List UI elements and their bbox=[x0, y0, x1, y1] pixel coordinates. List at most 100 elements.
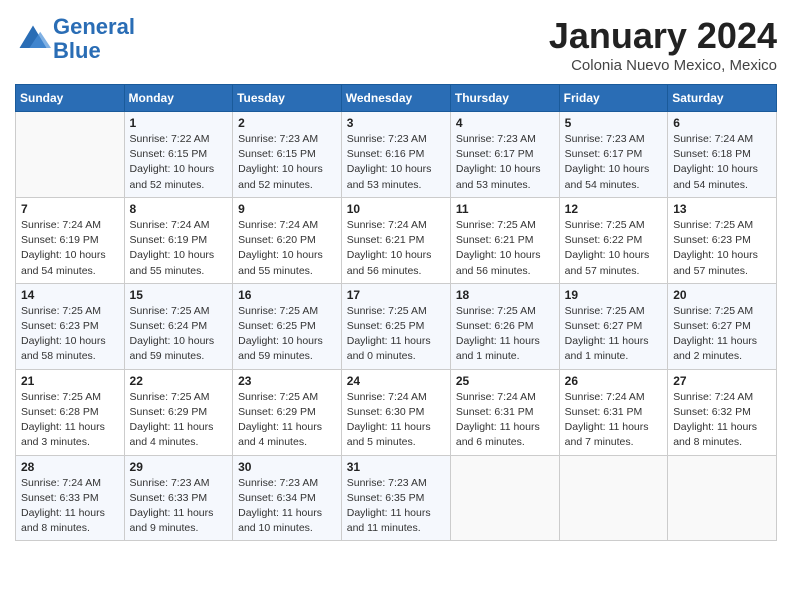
calendar-cell: 7 Sunrise: 7:24 AMSunset: 6:19 PMDayligh… bbox=[16, 197, 125, 283]
day-info: Sunrise: 7:23 AMSunset: 6:33 PMDaylight:… bbox=[130, 476, 228, 537]
day-info: Sunrise: 7:23 AMSunset: 6:35 PMDaylight:… bbox=[347, 476, 445, 537]
calendar-cell: 26 Sunrise: 7:24 AMSunset: 6:31 PMDaylig… bbox=[559, 369, 668, 455]
calendar-cell: 14 Sunrise: 7:25 AMSunset: 6:23 PMDaylig… bbox=[16, 283, 125, 369]
day-number: 3 bbox=[347, 116, 445, 130]
calendar-cell: 17 Sunrise: 7:25 AMSunset: 6:25 PMDaylig… bbox=[341, 283, 450, 369]
day-header-thursday: Thursday bbox=[450, 85, 559, 112]
day-info: Sunrise: 7:25 AMSunset: 6:27 PMDaylight:… bbox=[565, 304, 663, 365]
day-info: Sunrise: 7:24 AMSunset: 6:33 PMDaylight:… bbox=[21, 476, 119, 537]
day-number: 6 bbox=[673, 116, 771, 130]
day-number: 28 bbox=[21, 460, 119, 474]
calendar-cell: 13 Sunrise: 7:25 AMSunset: 6:23 PMDaylig… bbox=[668, 197, 777, 283]
calendar-table: SundayMondayTuesdayWednesdayThursdayFrid… bbox=[15, 84, 777, 541]
day-number: 7 bbox=[21, 202, 119, 216]
day-info: Sunrise: 7:23 AMSunset: 6:16 PMDaylight:… bbox=[347, 132, 445, 193]
day-number: 26 bbox=[565, 374, 663, 388]
day-info: Sunrise: 7:23 AMSunset: 6:15 PMDaylight:… bbox=[238, 132, 336, 193]
calendar-cell: 10 Sunrise: 7:24 AMSunset: 6:21 PMDaylig… bbox=[341, 197, 450, 283]
calendar-cell: 24 Sunrise: 7:24 AMSunset: 6:30 PMDaylig… bbox=[341, 369, 450, 455]
day-info: Sunrise: 7:25 AMSunset: 6:29 PMDaylight:… bbox=[238, 390, 336, 451]
day-info: Sunrise: 7:25 AMSunset: 6:26 PMDaylight:… bbox=[456, 304, 554, 365]
day-info: Sunrise: 7:24 AMSunset: 6:18 PMDaylight:… bbox=[673, 132, 771, 193]
calendar-cell: 27 Sunrise: 7:24 AMSunset: 6:32 PMDaylig… bbox=[668, 369, 777, 455]
day-info: Sunrise: 7:22 AMSunset: 6:15 PMDaylight:… bbox=[130, 132, 228, 193]
day-info: Sunrise: 7:25 AMSunset: 6:23 PMDaylight:… bbox=[673, 218, 771, 279]
day-header-friday: Friday bbox=[559, 85, 668, 112]
logo-line1: General bbox=[53, 14, 135, 39]
day-number: 21 bbox=[21, 374, 119, 388]
day-info: Sunrise: 7:23 AMSunset: 6:17 PMDaylight:… bbox=[456, 132, 554, 193]
day-number: 23 bbox=[238, 374, 336, 388]
calendar-cell: 18 Sunrise: 7:25 AMSunset: 6:26 PMDaylig… bbox=[450, 283, 559, 369]
calendar-cell: 3 Sunrise: 7:23 AMSunset: 6:16 PMDayligh… bbox=[341, 112, 450, 198]
day-number: 13 bbox=[673, 202, 771, 216]
calendar-week-row: 14 Sunrise: 7:25 AMSunset: 6:23 PMDaylig… bbox=[16, 283, 777, 369]
logo-icon bbox=[15, 21, 51, 57]
day-info: Sunrise: 7:24 AMSunset: 6:19 PMDaylight:… bbox=[130, 218, 228, 279]
day-number: 31 bbox=[347, 460, 445, 474]
logo-line2: Blue bbox=[53, 38, 101, 63]
day-number: 11 bbox=[456, 202, 554, 216]
calendar-header-row: SundayMondayTuesdayWednesdayThursdayFrid… bbox=[16, 85, 777, 112]
calendar-cell: 28 Sunrise: 7:24 AMSunset: 6:33 PMDaylig… bbox=[16, 455, 125, 541]
calendar-week-row: 21 Sunrise: 7:25 AMSunset: 6:28 PMDaylig… bbox=[16, 369, 777, 455]
calendar-cell: 20 Sunrise: 7:25 AMSunset: 6:27 PMDaylig… bbox=[668, 283, 777, 369]
day-number: 20 bbox=[673, 288, 771, 302]
calendar-cell bbox=[668, 455, 777, 541]
day-header-wednesday: Wednesday bbox=[341, 85, 450, 112]
calendar-cell: 8 Sunrise: 7:24 AMSunset: 6:19 PMDayligh… bbox=[124, 197, 233, 283]
day-header-monday: Monday bbox=[124, 85, 233, 112]
calendar-cell: 11 Sunrise: 7:25 AMSunset: 6:21 PMDaylig… bbox=[450, 197, 559, 283]
day-number: 9 bbox=[238, 202, 336, 216]
calendar-cell: 9 Sunrise: 7:24 AMSunset: 6:20 PMDayligh… bbox=[233, 197, 342, 283]
calendar-cell: 31 Sunrise: 7:23 AMSunset: 6:35 PMDaylig… bbox=[341, 455, 450, 541]
calendar-cell bbox=[450, 455, 559, 541]
calendar-cell: 21 Sunrise: 7:25 AMSunset: 6:28 PMDaylig… bbox=[16, 369, 125, 455]
day-info: Sunrise: 7:25 AMSunset: 6:25 PMDaylight:… bbox=[347, 304, 445, 365]
calendar-cell: 16 Sunrise: 7:25 AMSunset: 6:25 PMDaylig… bbox=[233, 283, 342, 369]
day-number: 10 bbox=[347, 202, 445, 216]
day-number: 18 bbox=[456, 288, 554, 302]
day-number: 29 bbox=[130, 460, 228, 474]
day-number: 14 bbox=[21, 288, 119, 302]
calendar-cell: 6 Sunrise: 7:24 AMSunset: 6:18 PMDayligh… bbox=[668, 112, 777, 198]
day-info: Sunrise: 7:24 AMSunset: 6:30 PMDaylight:… bbox=[347, 390, 445, 451]
day-info: Sunrise: 7:24 AMSunset: 6:19 PMDaylight:… bbox=[21, 218, 119, 279]
day-info: Sunrise: 7:25 AMSunset: 6:28 PMDaylight:… bbox=[21, 390, 119, 451]
day-header-tuesday: Tuesday bbox=[233, 85, 342, 112]
day-info: Sunrise: 7:24 AMSunset: 6:20 PMDaylight:… bbox=[238, 218, 336, 279]
calendar-cell: 1 Sunrise: 7:22 AMSunset: 6:15 PMDayligh… bbox=[124, 112, 233, 198]
day-number: 30 bbox=[238, 460, 336, 474]
logo: General Blue bbox=[15, 15, 135, 63]
calendar-week-row: 28 Sunrise: 7:24 AMSunset: 6:33 PMDaylig… bbox=[16, 455, 777, 541]
day-info: Sunrise: 7:23 AMSunset: 6:17 PMDaylight:… bbox=[565, 132, 663, 193]
calendar-week-row: 7 Sunrise: 7:24 AMSunset: 6:19 PMDayligh… bbox=[16, 197, 777, 283]
day-number: 12 bbox=[565, 202, 663, 216]
day-info: Sunrise: 7:25 AMSunset: 6:25 PMDaylight:… bbox=[238, 304, 336, 365]
day-number: 16 bbox=[238, 288, 336, 302]
day-info: Sunrise: 7:25 AMSunset: 6:24 PMDaylight:… bbox=[130, 304, 228, 365]
day-info: Sunrise: 7:25 AMSunset: 6:22 PMDaylight:… bbox=[565, 218, 663, 279]
day-info: Sunrise: 7:25 AMSunset: 6:23 PMDaylight:… bbox=[21, 304, 119, 365]
day-number: 15 bbox=[130, 288, 228, 302]
calendar-cell: 4 Sunrise: 7:23 AMSunset: 6:17 PMDayligh… bbox=[450, 112, 559, 198]
day-number: 25 bbox=[456, 374, 554, 388]
calendar-cell: 2 Sunrise: 7:23 AMSunset: 6:15 PMDayligh… bbox=[233, 112, 342, 198]
calendar-body: 1 Sunrise: 7:22 AMSunset: 6:15 PMDayligh… bbox=[16, 112, 777, 541]
day-info: Sunrise: 7:24 AMSunset: 6:31 PMDaylight:… bbox=[565, 390, 663, 451]
calendar-cell: 15 Sunrise: 7:25 AMSunset: 6:24 PMDaylig… bbox=[124, 283, 233, 369]
calendar-cell: 23 Sunrise: 7:25 AMSunset: 6:29 PMDaylig… bbox=[233, 369, 342, 455]
day-info: Sunrise: 7:25 AMSunset: 6:21 PMDaylight:… bbox=[456, 218, 554, 279]
month-title: January 2024 bbox=[549, 15, 777, 57]
day-number: 22 bbox=[130, 374, 228, 388]
calendar-cell: 25 Sunrise: 7:24 AMSunset: 6:31 PMDaylig… bbox=[450, 369, 559, 455]
calendar-cell bbox=[559, 455, 668, 541]
calendar-cell: 22 Sunrise: 7:25 AMSunset: 6:29 PMDaylig… bbox=[124, 369, 233, 455]
day-info: Sunrise: 7:23 AMSunset: 6:34 PMDaylight:… bbox=[238, 476, 336, 537]
day-info: Sunrise: 7:24 AMSunset: 6:32 PMDaylight:… bbox=[673, 390, 771, 451]
day-number: 27 bbox=[673, 374, 771, 388]
header: General Blue January 2024 Colonia Nuevo … bbox=[15, 15, 777, 74]
calendar-cell bbox=[16, 112, 125, 198]
calendar-week-row: 1 Sunrise: 7:22 AMSunset: 6:15 PMDayligh… bbox=[16, 112, 777, 198]
calendar-cell: 30 Sunrise: 7:23 AMSunset: 6:34 PMDaylig… bbox=[233, 455, 342, 541]
